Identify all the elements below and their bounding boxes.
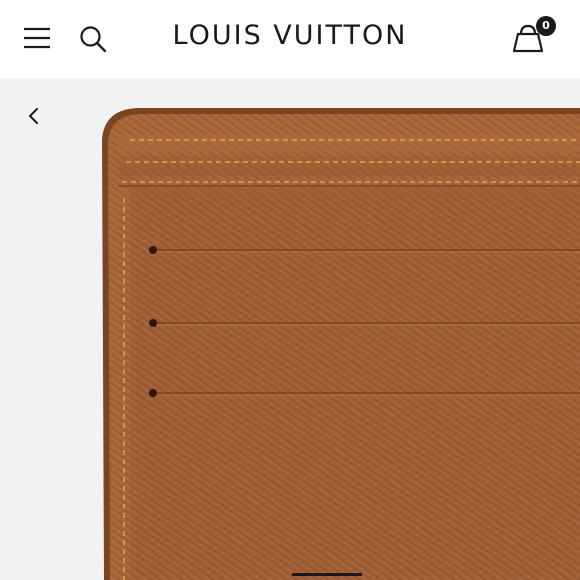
carousel-indicator[interactable] — [292, 573, 362, 576]
cart-count-badge: 0 — [536, 16, 556, 36]
previous-image-button[interactable] — [22, 104, 46, 128]
chevron-left-icon — [29, 108, 38, 124]
brand-logo[interactable]: LOUIS VUITTON — [0, 20, 580, 51]
product-image — [102, 108, 580, 580]
product-gallery[interactable] — [0, 78, 580, 580]
top-header: LOUIS VUITTON 0 — [0, 0, 580, 78]
